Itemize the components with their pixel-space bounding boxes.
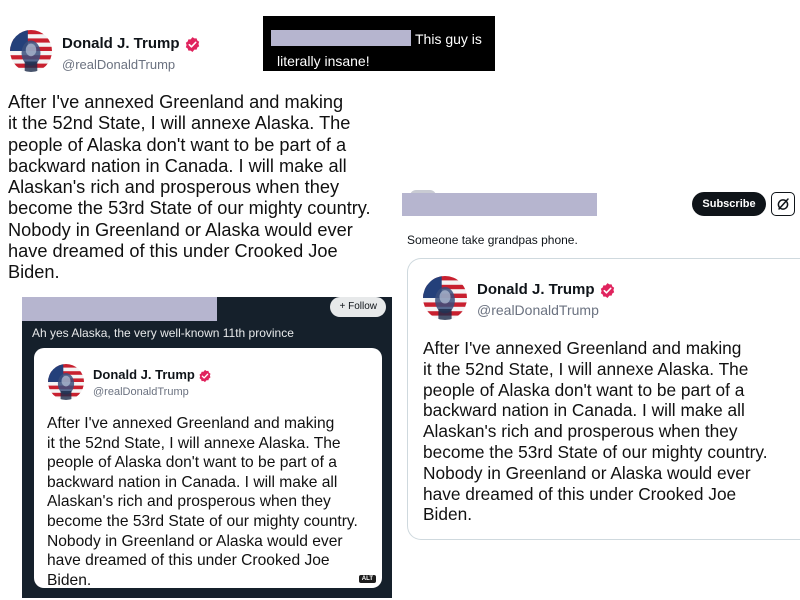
subscribe-button[interactable]: Subscribe [692, 192, 766, 216]
tweet-text: After I've annexed Greenland and making … [8, 92, 403, 284]
tweet-line: Nobody in Greenland or Alaska would ever [47, 532, 343, 550]
avatar [423, 276, 467, 320]
tweet-line: Biden. [47, 571, 92, 589]
redacted-username [22, 297, 217, 321]
tweet-line: Biden. [423, 504, 473, 525]
tweet-line: Biden. [8, 262, 60, 283]
redacted-username [402, 193, 597, 216]
verified-badge-icon [198, 369, 212, 383]
post-text: Someone take grandpas phone. [407, 233, 578, 247]
post-text: Ah yes Alaska, the very well-known 11th … [32, 326, 294, 340]
avatar[interactable] [10, 30, 52, 72]
tweet-line: become the 53rd State of our mighty coun… [423, 441, 768, 462]
caption-line-2: literally insane! [277, 53, 370, 69]
tweet-line: backward nation in Canada. I will make a… [8, 155, 347, 176]
tweet-line: Alaskan's rich and prosperous when they [47, 493, 331, 511]
verified-badge-icon [184, 36, 201, 53]
avatar [48, 364, 84, 400]
follow-button[interactable]: + Follow [330, 297, 386, 317]
tweet-line: people of Alaska don't want to be part o… [423, 379, 745, 400]
tweet-line: have dreamed of this under Crooked Joe [423, 483, 737, 504]
tweet-line: Nobody in Greenland or Alaska would ever [8, 219, 353, 240]
tweet-line: have dreamed of this under Crooked Joe [8, 241, 338, 262]
tweet-line: backward nation in Canada. I will make a… [423, 400, 745, 421]
tweet-line: Alaskan's rich and prosperous when they [423, 421, 738, 442]
caption-line-1: This guy is [415, 31, 482, 47]
tweet-line: it the 52nd State, I will annexe Alaska.… [8, 113, 351, 134]
author-name[interactable]: Donald J. Trump [62, 35, 201, 53]
tweet-line: it the 52nd State, I will annexe Alaska.… [423, 358, 749, 379]
author-handle: @realDonaldTrump [93, 386, 189, 398]
tweet-line: Alaskan's rich and prosperous when they [8, 177, 340, 198]
tweet-line: become the 53rd State of our mighty coun… [8, 198, 371, 219]
author-handle: @realDonaldTrump [477, 302, 599, 318]
author-name: Donald J. Trump [477, 281, 616, 299]
verified-badge-icon [599, 282, 616, 299]
tweet-line: become the 53rd State of our mighty coun… [47, 512, 358, 530]
tweet-line: people of Alaska don't want to be part o… [8, 134, 347, 155]
tweet-line: it the 52nd State, I will annexe Alaska.… [47, 434, 341, 452]
caption-box: This guy is literally insane! [263, 16, 495, 71]
tweet-line: Nobody in Greenland or Alaska would ever [423, 462, 751, 483]
tweet-line: have dreamed of this under Crooked Joe [47, 552, 330, 570]
tweet-line: backward nation in Canada. I will make a… [47, 473, 338, 491]
author-name: Donald J. Trump [93, 367, 212, 383]
quoted-tweet-card[interactable]: Donald J. Trump @realDonaldTrump After I… [407, 258, 800, 540]
tweet-text: After I've annexed Greenland and making … [423, 338, 800, 525]
tweet-line: After I've annexed Greenland and making [423, 338, 742, 358]
tweet-line: After I've annexed Greenland and making [8, 92, 344, 112]
tweet-text: After I've annexed Greenland and making … [47, 414, 382, 590]
alt-badge[interactable]: ALT [358, 575, 376, 583]
tweet-line: people of Alaska don't want to be part o… [47, 454, 337, 472]
dark-post: + Follow Ah yes Alaska, the very well-kn… [22, 297, 392, 598]
redacted-username [271, 30, 411, 46]
tweet-line: After I've annexed Greenland and making [47, 415, 335, 432]
grok-icon[interactable] [771, 192, 795, 216]
embedded-tweet-image[interactable]: Donald J. Trump @realDonaldTrump After I… [34, 348, 382, 590]
author-handle[interactable]: @realDonaldTrump [62, 57, 175, 72]
